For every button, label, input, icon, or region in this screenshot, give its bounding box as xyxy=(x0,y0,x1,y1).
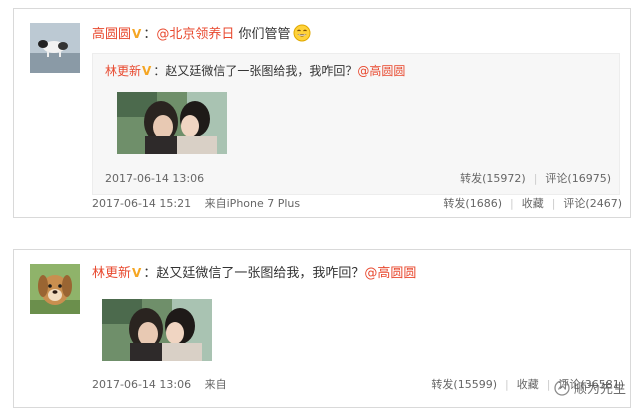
repost-author-name[interactable]: 林更新 xyxy=(105,64,141,78)
post-content: 高圆圆V ：@北京领养日 你们管管 xyxy=(92,24,311,48)
post-timestamp[interactable]: 2017-06-14 15:21 xyxy=(92,197,191,210)
divider: | xyxy=(504,378,509,391)
weibo-post-linengxin: 林更新V ：赵又廷微信了一张图给我，我咋回？@高圆圆 2017-06-14 13:… xyxy=(13,249,631,408)
repost-text: 赵又廷微信了一张图给我，我咋回？ xyxy=(165,64,358,78)
drama-still-image xyxy=(102,299,212,361)
watermark-text: 顺为先生 xyxy=(573,382,626,397)
avatar-gaoyuanyuan[interactable] xyxy=(30,23,80,73)
grinning-face-emoji-icon xyxy=(293,24,311,48)
favorite-button[interactable]: 收藏 xyxy=(517,378,539,391)
repost-image[interactable] xyxy=(117,92,227,154)
post-actions: 转发(1686) | 收藏 | 评论(2467) xyxy=(443,197,622,211)
repost-mention-link[interactable]: @高圆圆 xyxy=(357,64,405,78)
repost-comment-button[interactable]: 评论(16975) xyxy=(545,172,611,185)
avatar-image xyxy=(30,264,80,314)
post-text: 你们管管 xyxy=(238,27,291,42)
divider: | xyxy=(509,197,514,210)
verified-v-icon: V xyxy=(142,64,152,78)
post-meta: 2017-06-14 13:06 来自 xyxy=(92,378,227,392)
wechat-official-account-icon xyxy=(554,380,570,400)
post-source[interactable]: 来自iPhone 7 Plus xyxy=(205,197,301,210)
author-name[interactable]: 林更新 xyxy=(92,266,131,281)
weibo-post-gaoyuanyuan: 高圆圆V ：@北京领养日 你们管管 林更新V ：赵又廷微信了一张图给我，我咋回？@高… xyxy=(13,8,631,218)
repost-forward-button[interactable]: 转发(15972) xyxy=(460,172,526,185)
divider: | xyxy=(533,172,538,185)
post-content: 林更新V ：赵又廷微信了一张图给我，我咋回？@高圆圆 xyxy=(92,266,417,281)
post-meta: 2017-06-14 15:21 来自iPhone 7 Plus xyxy=(92,197,300,211)
repost-content: 林更新V ：赵又廷微信了一张图给我，我咋回？@高圆圆 xyxy=(105,64,406,78)
drama-still-image xyxy=(117,92,227,154)
watermark: 顺为先生 xyxy=(554,378,626,400)
forward-button[interactable]: 转发(15599) xyxy=(431,378,497,391)
verified-v-icon: V xyxy=(132,266,142,280)
post-image[interactable] xyxy=(102,299,212,361)
divider: | xyxy=(546,378,551,391)
repost-actions: 转发(15972) | 评论(16975) xyxy=(460,172,611,186)
post-source[interactable]: 来自 xyxy=(205,378,227,391)
repost-timestamp[interactable]: 2017-06-14 13:06 xyxy=(105,172,204,186)
divider: | xyxy=(551,197,556,210)
post-timestamp[interactable]: 2017-06-14 13:06 xyxy=(92,378,191,391)
verified-v-icon: V xyxy=(132,27,142,41)
comment-button[interactable]: 评论(2467) xyxy=(563,197,622,210)
mention-link[interactable]: @北京领养日 xyxy=(156,27,234,42)
author-name[interactable]: 高圆圆 xyxy=(92,27,131,42)
avatar-linengxin[interactable] xyxy=(30,264,80,314)
post-text: 赵又廷微信了一张图给我，我咋回？ xyxy=(156,266,365,281)
mention-link[interactable]: @高圆圆 xyxy=(364,266,416,281)
favorite-button[interactable]: 收藏 xyxy=(522,197,544,210)
avatar-image xyxy=(30,23,80,73)
forward-button[interactable]: 转发(1686) xyxy=(443,197,502,210)
reposted-weibo: 林更新V ：赵又廷微信了一张图给我，我咋回？@高圆圆 2017-06-14 13:… xyxy=(92,53,620,195)
